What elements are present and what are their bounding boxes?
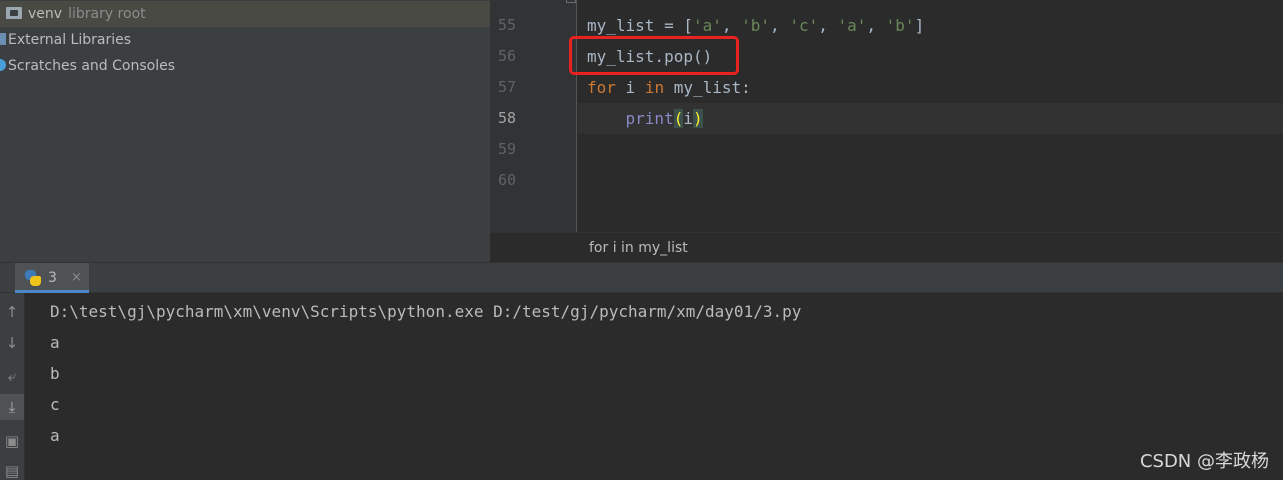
scroll-to-end-icon[interactable]: ⤓ (0, 394, 24, 420)
code-token: ( (673, 109, 684, 128)
code-editor[interactable]: my_list = ['a', 'b', 'c', 'a', 'b'] my_li… (578, 0, 1283, 232)
tree-item-scratches-label: Scratches and Consoles (8, 58, 175, 74)
console-output-line: a (50, 333, 60, 352)
console-output-line: c (50, 395, 60, 414)
console-output[interactable]: D:\test\gj\pycharm\xm\venv\Scripts\pytho… (25, 293, 1283, 480)
close-icon[interactable]: × (71, 263, 82, 293)
arrow-up-icon[interactable]: ↑ (0, 299, 24, 325)
code-token: ] (914, 16, 925, 35)
tree-item-scratches[interactable]: Scratches and Consoles (0, 53, 175, 79)
code-token: 'a' (692, 16, 722, 35)
python-icon (25, 270, 41, 286)
code-token: 'c' (789, 16, 819, 35)
run-toolbar: ↑ ↓ ⤶ ⤓ ▣ ▤ (0, 293, 25, 480)
code-token: , (818, 16, 838, 35)
tree-item-external-libraries[interactable]: External Libraries (0, 27, 131, 53)
code-token: , (770, 16, 790, 35)
console-command-line: D:\test\gj\pycharm\xm\venv\Scripts\pytho… (50, 302, 802, 321)
line-number: 55 (497, 16, 516, 34)
line-number: 58 (497, 109, 516, 127)
tree-item-venv-label: venv (28, 6, 63, 22)
tree-item-venv[interactable]: venv library root (0, 1, 490, 27)
code-token: my_list: (664, 78, 751, 97)
fold-marker-icon[interactable] (566, 0, 576, 3)
editor-gutter[interactable]: 55 56 57 58 59 60 (490, 0, 577, 232)
run-tab-bar: 3 × (0, 262, 1283, 293)
tree-item-venv-hint: library root (68, 6, 146, 22)
code-line[interactable] (578, 134, 1283, 165)
trash-icon[interactable]: ▤ (0, 458, 24, 480)
code-line[interactable]: for i in my_list: (578, 72, 1283, 103)
breadcrumb-item[interactable]: for i in my_list (589, 233, 688, 263)
code-token: ) (692, 109, 703, 128)
code-token: , (866, 16, 886, 35)
code-token: , (721, 16, 742, 35)
code-token: for (587, 78, 616, 97)
code-token: 'b' (741, 16, 771, 35)
breadcrumb: for i in my_list (490, 232, 1283, 262)
line-number: 56 (497, 47, 516, 65)
folder-icon (6, 7, 22, 19)
arrow-down-icon[interactable]: ↓ (0, 330, 24, 356)
code-token: in (644, 78, 665, 97)
line-number: 59 (497, 140, 516, 158)
run-tab-label: 3 (48, 270, 57, 286)
code-token: i (683, 109, 693, 128)
code-token: 'b' (885, 16, 915, 35)
code-token: my_list = [ (587, 16, 693, 35)
project-tool-window: venv library root External Libraries Scra… (0, 0, 490, 262)
library-icon (0, 33, 6, 45)
line-number: 60 (497, 171, 516, 189)
highlight-box-pop (569, 36, 739, 75)
code-token: print (625, 109, 674, 128)
code-line[interactable] (578, 165, 1283, 196)
line-number: 57 (497, 78, 516, 96)
console-output-line: b (50, 364, 60, 383)
scratches-icon (0, 59, 6, 71)
console-output-line: a (50, 426, 60, 445)
code-line[interactable]: print(i) (578, 103, 1283, 134)
code-token: i (615, 78, 645, 97)
soft-wrap-icon[interactable]: ⤶ (0, 363, 24, 389)
watermark: CSDN @李政杨 (1139, 451, 1269, 472)
code-token: 'a' (837, 16, 867, 35)
tree-item-external-libraries-label: External Libraries (8, 32, 131, 48)
tab-run-3[interactable]: 3 × (15, 263, 89, 293)
print-icon[interactable]: ▣ (0, 428, 24, 454)
